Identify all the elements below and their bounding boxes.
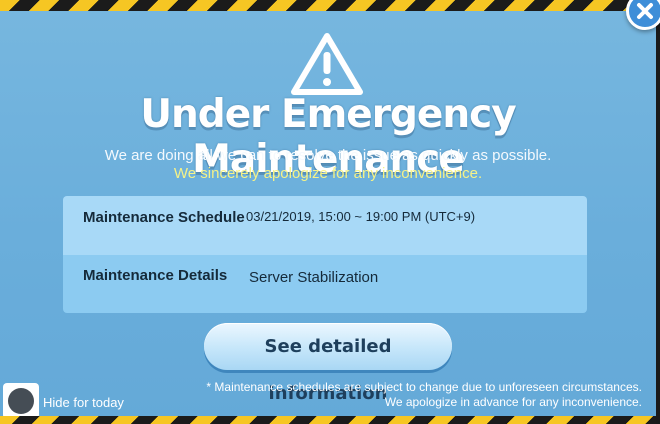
hide-for-today-label[interactable]: Hide for today xyxy=(43,395,124,410)
hide-for-today-checkbox[interactable] xyxy=(3,383,39,419)
details-row: Maintenance Details Server Stabilization xyxy=(63,255,587,313)
maintenance-dialog: Under Emergency Maintenance We are doing… xyxy=(0,0,656,424)
warning-triangle-icon xyxy=(291,33,363,95)
details-label: Maintenance Details xyxy=(83,267,228,284)
schedule-row: Maintenance Schedule 03/21/2019, 15:00 ~… xyxy=(63,196,587,255)
subtitle-line2: We sincerely apologize for any inconveni… xyxy=(173,165,483,182)
schedule-label: Maintenance Schedule xyxy=(83,209,245,226)
close-x-icon xyxy=(637,3,653,19)
subtitle-line1: We are doing all we can to resolve the i… xyxy=(104,147,552,164)
maintenance-info-table: Maintenance Schedule 03/21/2019, 15:00 ~… xyxy=(63,196,587,313)
see-detailed-information-button[interactable]: See detailed information xyxy=(204,323,452,404)
hazard-stripe-top xyxy=(0,0,656,11)
footnote-line2: We apologize in advance for any inconven… xyxy=(384,395,642,409)
hazard-stripe-bottom xyxy=(0,416,656,424)
details-value: Server Stabilization xyxy=(249,269,379,286)
schedule-value: 03/21/2019, 15:00 ~ 19:00 PM (UTC+9) xyxy=(246,209,476,224)
checkbox-dot-icon xyxy=(8,388,34,414)
footnote-line1: * Maintenance schedules are subject to c… xyxy=(206,380,642,394)
